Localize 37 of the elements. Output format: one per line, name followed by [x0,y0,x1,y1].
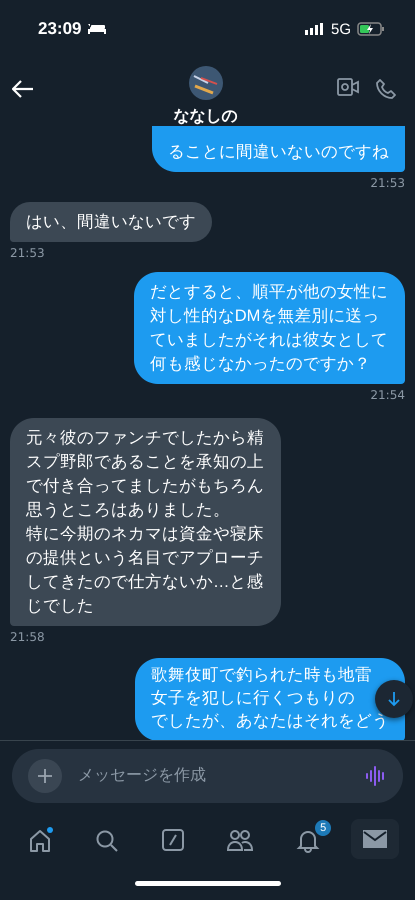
signal-icon [304,23,325,35]
message-time: 21:58 [10,630,45,644]
network-label: 5G [330,20,351,38]
message-text: ることに間違いないのですね [168,142,389,163]
message-text: でしたが、あなたはそれをどう [151,711,389,732]
people-icon [227,829,254,851]
plus-icon [37,768,53,784]
bell-icon [296,829,320,853]
message-text: 歌舞伎町で釣られた時も地雷 [151,665,373,686]
message-time: 21:54 [370,388,405,402]
message-text: はい、間違いないです [26,212,196,233]
message-input-field[interactable]: メッセージを作成 [76,766,351,786]
compose-icon [162,829,184,851]
message-field[interactable]: メッセージを作成 [12,749,403,803]
home-icon [28,829,52,853]
avatar[interactable] [188,66,222,100]
notifications-tab[interactable]: 5 [284,819,332,859]
message-text: 女子を犯しに行くつもりの [151,688,356,709]
voice-wave-icon[interactable] [365,765,387,787]
message-time: 21:53 [370,176,405,190]
contact-name: ななしの [174,106,238,127]
down-arrow-icon [388,691,400,707]
envelope-icon [363,829,388,849]
notification-count: 5 [315,820,332,836]
phone-icon[interactable] [375,78,397,100]
battery-icon [357,22,385,36]
back-arrow-icon[interactable] [12,80,34,98]
search-icon [94,829,119,853]
message-time: 21:53 [10,246,45,260]
messages-tab[interactable] [351,819,400,859]
bed-icon [87,23,108,35]
message-text: 特に今期のネカマは資金や寝床の提供という名目でアプローチしてきたので仕方ないか…と感じでした [26,524,265,617]
message-text: 元々彼のファンチでしたから精スプ野郎であることを承知の上で付き合ってましたがもちろん思うところはありました。 [26,428,265,521]
add-button[interactable] [28,759,62,793]
status-time: 23:09 [38,19,82,39]
message-text: だとすると、順平が他の女性に対し性的なDMを無差別に送っていましたがそれは彼女として何も感じなかったのですか？ [150,282,389,375]
video-call-icon[interactable] [337,78,359,96]
